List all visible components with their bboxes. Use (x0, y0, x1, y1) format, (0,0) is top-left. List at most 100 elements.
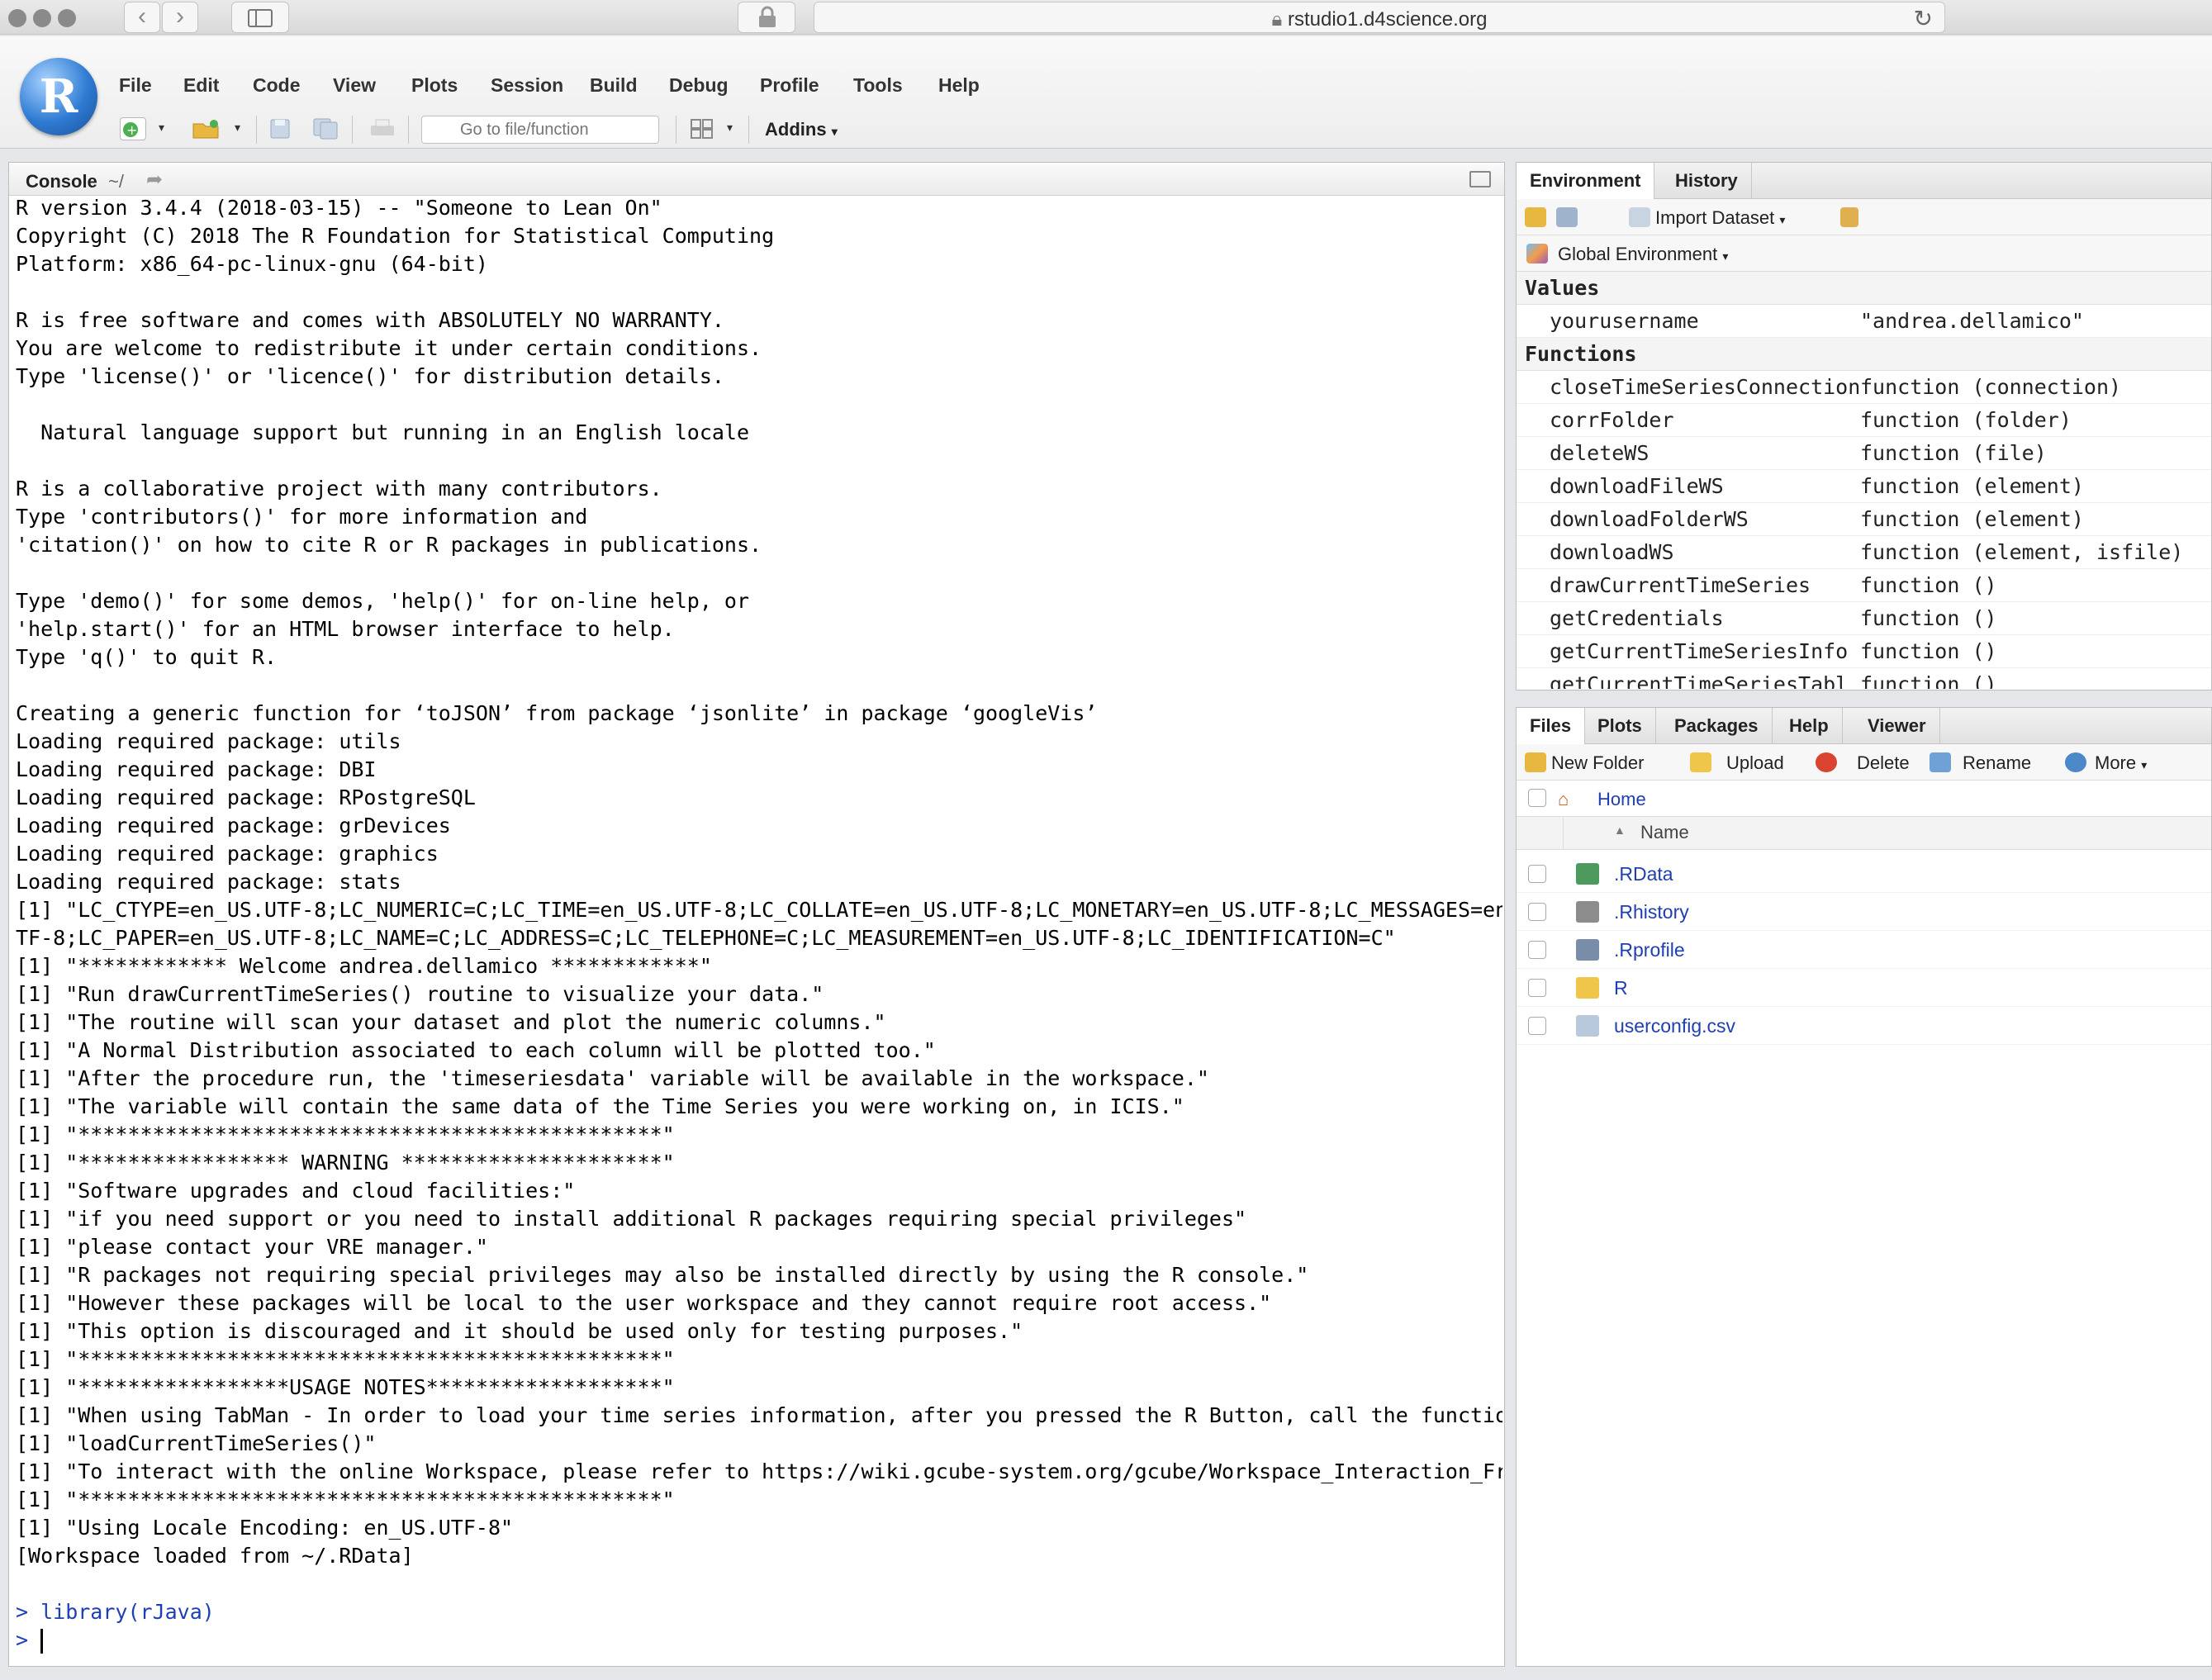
load-workspace-icon[interactable] (1525, 207, 1546, 227)
tab-viewer[interactable]: Viewer (1854, 708, 1940, 744)
import-dataset-button[interactable]: Import Dataset ▾ (1655, 207, 1785, 229)
console-line: 'citation()' on how to cite R or R packa… (16, 533, 762, 557)
new-folder-button[interactable]: New Folder (1551, 752, 1644, 774)
upload-icon (1690, 752, 1711, 772)
env-row[interactable]: closeTimeSeriesConnection function (conne… (1517, 371, 2211, 404)
file-row[interactable]: userconfig.csv (1517, 1007, 2211, 1045)
more-button[interactable]: More ▾ (2095, 752, 2147, 774)
menu-build[interactable]: Build (590, 74, 638, 97)
env-row[interactable]: getCurrentTimeSeriesInfo function () (1517, 635, 2211, 668)
save-workspace-icon[interactable] (1556, 207, 1578, 227)
env-object-value: function (element) (1860, 507, 2084, 531)
menu-plots[interactable]: Plots (411, 74, 458, 97)
url-text: 🔒︎ rstudio1.d4science.org (814, 8, 1944, 31)
console-output[interactable]: R version 3.4.4 (2018-03-15) -- "Someone… (16, 194, 1502, 1654)
reload-icon[interactable]: ↻ (1914, 5, 1933, 32)
back-button[interactable]: ‹ (124, 2, 160, 33)
minimize-window-button[interactable] (33, 9, 51, 27)
file-checkbox[interactable] (1528, 865, 1546, 883)
env-row[interactable]: downloadWS function (element, isfile) (1517, 536, 2211, 569)
env-row[interactable]: corrFolder function (folder) (1517, 404, 2211, 437)
file-name-link[interactable]: userconfig.csv (1614, 1015, 1735, 1037)
file-checkbox[interactable] (1528, 1017, 1546, 1035)
tab-plots[interactable]: Plots (1584, 708, 1656, 744)
sort-ascending-icon[interactable]: ▲ (1614, 823, 1626, 837)
tab-packages[interactable]: Packages (1661, 708, 1773, 744)
env-object-name: deleteWS (1550, 441, 1650, 465)
menu-edit[interactable]: Edit (183, 74, 219, 97)
console-tab[interactable]: Console (26, 171, 97, 192)
chevron-down-icon[interactable]: ▾ (727, 121, 733, 135)
save-button[interactable] (268, 117, 294, 140)
env-row[interactable]: getCurrentTimeSeriesTabl function () (1517, 668, 2211, 689)
breadcrumb-home[interactable]: Home (1597, 789, 1646, 810)
go-to-file-input[interactable] (421, 116, 659, 144)
forward-button[interactable]: › (162, 2, 198, 33)
env-row[interactable]: getCredentials function () (1517, 602, 2211, 635)
tab-history[interactable]: History (1662, 163, 1752, 199)
open-file-button[interactable] (192, 117, 219, 140)
menu-profile[interactable]: Profile (760, 74, 819, 97)
env-row[interactable]: yourusername "andrea.dellamico" (1517, 305, 2211, 338)
console-line: You are welcome to redistribute it under… (16, 336, 762, 360)
file-checkbox[interactable] (1528, 979, 1546, 997)
pane-layout-button[interactable] (689, 117, 715, 140)
file-name-link[interactable]: .Rprofile (1614, 939, 1685, 961)
menu-tools[interactable]: Tools (853, 74, 903, 97)
menu-view[interactable]: View (333, 74, 376, 97)
menu-file[interactable]: File (119, 74, 152, 97)
upload-button[interactable]: Upload (1726, 752, 1784, 774)
menu-code[interactable]: Code (253, 74, 301, 97)
print-button[interactable] (368, 117, 395, 140)
console-line: Loading required package: utils (16, 729, 401, 753)
broom-icon[interactable] (1840, 207, 1858, 227)
file-row[interactable]: R (1517, 969, 2211, 1007)
save-all-button[interactable] (312, 117, 339, 140)
new-file-button[interactable]: + (120, 117, 146, 140)
import-dataset-icon[interactable] (1629, 207, 1650, 227)
file-checkbox[interactable] (1528, 941, 1546, 959)
file-name-link[interactable]: .Rhistory (1614, 901, 1689, 923)
privacy-button[interactable] (738, 2, 795, 33)
file-name-link[interactable]: .RData (1614, 863, 1673, 885)
env-row[interactable]: deleteWS function (file) (1517, 437, 2211, 470)
chevron-down-icon[interactable]: ▾ (159, 121, 164, 135)
console-prompt-line[interactable]: > (16, 1626, 1502, 1654)
file-checkbox[interactable] (1528, 903, 1546, 921)
close-window-button[interactable] (8, 9, 26, 27)
maximize-icon[interactable] (1469, 171, 1491, 187)
zoom-window-button[interactable] (58, 9, 76, 27)
console-line: [1] "The variable will contain the same … (16, 1094, 1184, 1118)
gear-icon (2065, 752, 2086, 772)
chevron-down-icon: ▾ (831, 125, 838, 138)
console-line: Loading required package: DBI (16, 757, 377, 781)
rename-button[interactable]: Rename (1963, 752, 2031, 774)
address-bar[interactable]: 🔒︎ rstudio1.d4science.org ↻ (814, 2, 1945, 33)
menu-debug[interactable]: Debug (669, 74, 729, 97)
go-to-directory-icon[interactable]: ➦ (146, 168, 163, 192)
tab-help[interactable]: Help (1776, 708, 1843, 744)
file-row[interactable]: .Rhistory (1517, 893, 2211, 931)
home-icon[interactable]: ⌂ (1558, 789, 1569, 810)
tab-environment[interactable]: Environment (1517, 163, 1655, 199)
sidebar-toggle-button[interactable] (231, 2, 289, 33)
env-row[interactable]: downloadFileWS function (element) (1517, 470, 2211, 503)
pane-splitter[interactable] (1516, 694, 2212, 704)
name-column-header[interactable]: Name (1640, 822, 1689, 843)
tab-files[interactable]: Files (1517, 708, 1586, 744)
file-name-link[interactable]: R (1614, 977, 1628, 999)
environment-selector[interactable]: Global Environment ▾ (1558, 244, 1728, 265)
file-row[interactable]: .RData (1517, 855, 2211, 893)
files-column-header: ▲ Name (1517, 817, 2211, 850)
file-row[interactable]: .Rprofile (1517, 931, 2211, 969)
menu-help[interactable]: Help (938, 74, 980, 97)
addins-menu[interactable]: Addins ▾ (765, 119, 838, 140)
menu-session[interactable]: Session (491, 74, 563, 97)
delete-button[interactable]: Delete (1857, 752, 1910, 774)
env-row[interactable]: drawCurrentTimeSeries function () (1517, 569, 2211, 602)
env-row[interactable]: downloadFolderWS function (element) (1517, 503, 2211, 536)
chevron-down-icon[interactable]: ▾ (235, 121, 240, 135)
env-object-name: getCurrentTimeSeriesInfo (1550, 639, 1849, 663)
select-all-checkbox[interactable] (1528, 789, 1546, 807)
